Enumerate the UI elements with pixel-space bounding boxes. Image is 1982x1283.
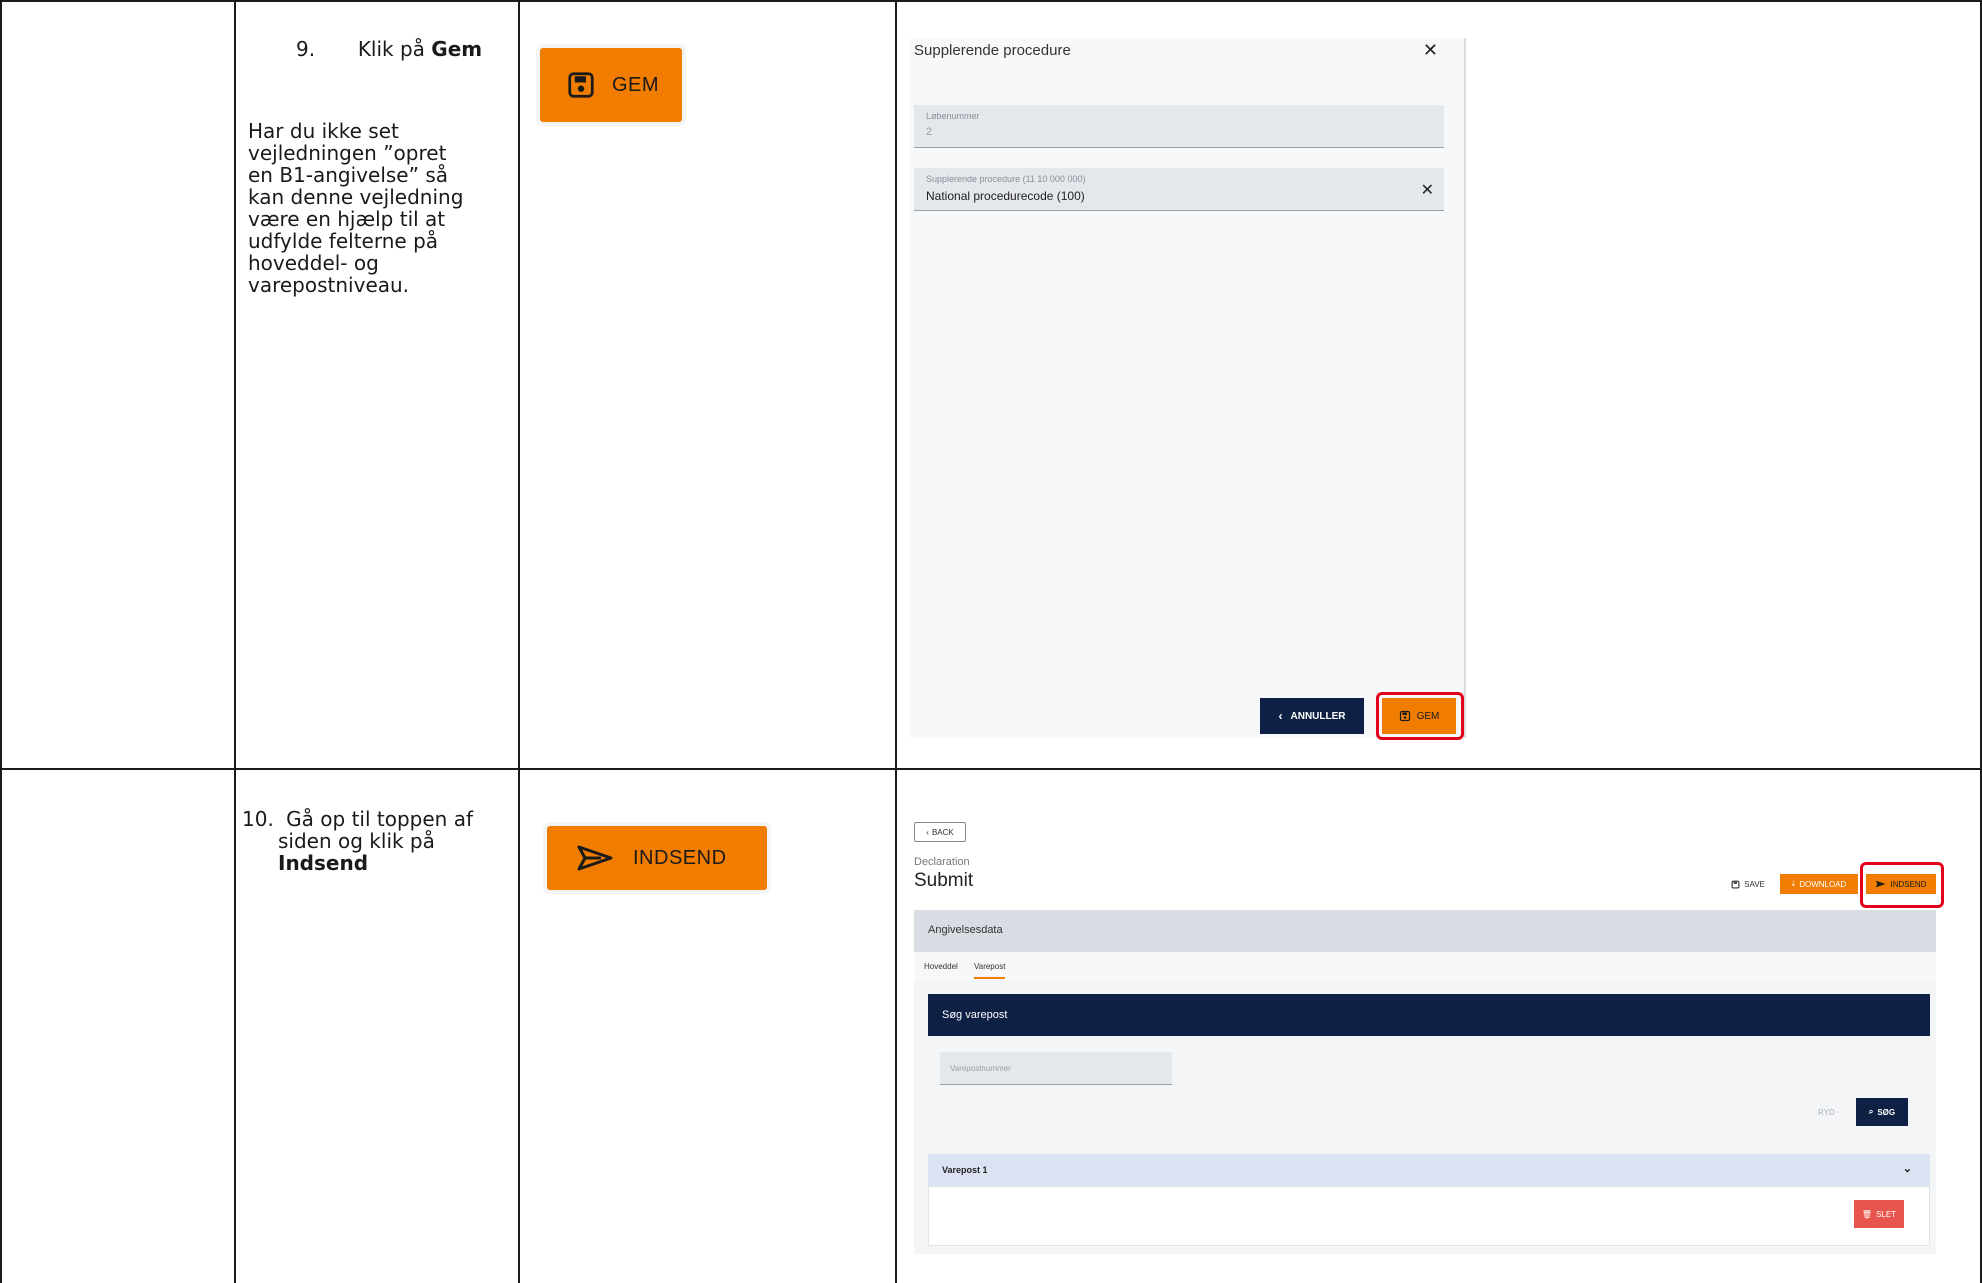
chevron-down-icon: ⌄ [1902, 1163, 1912, 1175]
section-title: Angivelsesdata [928, 924, 1003, 936]
chevron-left-icon: ‹ [926, 827, 929, 837]
field-label: Løbenummer [926, 111, 980, 121]
save-label: SAVE [1744, 879, 1765, 889]
input-placeholder: Varepostnummer [950, 1064, 1011, 1073]
trash-icon: 🗑 [1861, 1209, 1873, 1219]
chevron-left-icon: ‹ [1278, 709, 1283, 723]
note-line: varepostniveau. [248, 273, 410, 297]
sog-label: SØG [1877, 1107, 1896, 1117]
search-icon: ⌕ [1868, 1107, 1874, 1116]
step-9: 9. Klik på Gem [296, 38, 482, 60]
note-line: udfylde felterne på [248, 229, 439, 253]
field-value: National procedurecode (100) [926, 189, 1085, 203]
note-line: Har du ikke set [248, 119, 399, 143]
field-label: Supplerende procedure (11 10 000 000) [926, 174, 1086, 184]
step-line: Gå op til toppen af [286, 807, 473, 831]
step-number: 9. [296, 37, 316, 61]
tab-varepost[interactable]: Varepost [974, 962, 1006, 979]
send-icon [577, 845, 613, 871]
save-icon [1731, 880, 1740, 888]
table-col-divider [234, 0, 236, 1283]
slet-label: SLET [1876, 1209, 1897, 1219]
section-header: Angivelsesdata [914, 910, 1936, 952]
page-kicker: Declaration [914, 856, 970, 868]
highlight-box [1860, 862, 1944, 908]
gem-button-illustration: GEM [540, 48, 682, 122]
accordion-body [928, 1186, 1930, 1246]
slet-button[interactable]: 🗑 SLET [1854, 1200, 1904, 1228]
tab-hoveddel[interactable]: Hoveddel [924, 962, 958, 971]
step-bold: Indsend [278, 851, 369, 875]
page-title: Submit [914, 870, 974, 891]
save-icon [568, 72, 594, 98]
table-col-divider [0, 0, 2, 1283]
save-button[interactable]: SAVE [1726, 874, 1770, 894]
step-bold: Gem [431, 37, 483, 61]
supplerende-procedure-field[interactable]: Supplerende procedure (11 10 000 000) Na… [914, 168, 1444, 211]
note-line: hoveddel- og [248, 251, 379, 275]
varepost-accordion[interactable]: Varepost 1 ⌄ [928, 1154, 1930, 1186]
annuller-label: ANNULLER [1290, 710, 1346, 722]
table-col-divider [895, 0, 897, 1283]
supplerende-procedure-dialog: Supplerende procedure ✕ Løbenummer 2 Sup… [910, 38, 1466, 740]
table-border-top [0, 0, 1982, 2]
gem-label: GEM [612, 73, 660, 96]
search-header: Søg varepost [928, 994, 1930, 1036]
tab-bar: Hoveddel Varepost [914, 952, 1936, 981]
varepostnummer-input[interactable]: Varepostnummer [940, 1052, 1172, 1085]
annuller-button[interactable]: ‹ ANNULLER [1260, 698, 1364, 734]
lobenummer-field[interactable]: Løbenummer 2 [914, 105, 1444, 148]
note-text: Har du ikke set vejledningen ”opret en B… [248, 120, 463, 296]
note-line: vejledningen ”opret [248, 141, 447, 165]
highlight-box [1376, 692, 1464, 740]
ryd-button[interactable]: RYD [1818, 1108, 1835, 1117]
close-icon[interactable]: ✕ [1423, 40, 1438, 61]
back-label: BACK [931, 827, 954, 837]
step-number: 10. [242, 807, 274, 831]
step-10: 10. Gå op til toppen af siden og klik på… [242, 808, 473, 874]
step-line: siden og klik på [278, 829, 435, 853]
clear-icon[interactable]: ✕ [1421, 180, 1434, 200]
field-value: 2 [926, 126, 933, 138]
download-button[interactable]: ⤓ DOWNLOAD [1780, 874, 1858, 894]
dialog-title: Supplerende procedure [914, 42, 1071, 59]
accordion-title: Varepost 1 [942, 1165, 988, 1175]
step-text: Klik på [357, 37, 432, 61]
indsend-button-illustration: INDSEND [547, 826, 767, 890]
instruction-table: 9. Klik på Gem Har du ikke set vejlednin… [0, 0, 1982, 1283]
note-line: kan denne vejledning [248, 185, 464, 209]
indsend-label: INDSEND [633, 846, 727, 869]
note-line: være en hjælp til at [248, 207, 446, 231]
download-icon: ⤓ [1791, 879, 1796, 888]
sog-button[interactable]: ⌕ SØG [1856, 1098, 1908, 1126]
table-col-divider [518, 0, 520, 1283]
note-line: en B1-angivelse” så [248, 163, 448, 187]
search-title: Søg varepost [942, 1009, 1008, 1021]
back-button[interactable]: ‹ BACK [914, 822, 966, 842]
download-label: DOWNLOAD [1799, 879, 1847, 889]
submit-page-screenshot: ‹ BACK Declaration Submit SAVE ⤓ DOWNLOA… [910, 818, 1944, 1254]
table-row-divider [0, 768, 1982, 770]
